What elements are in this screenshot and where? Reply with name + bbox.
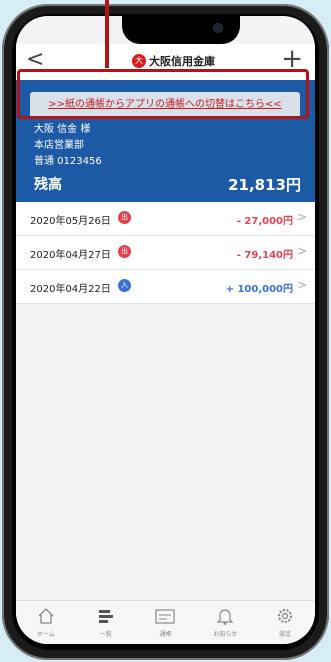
transaction-date: 2020年05月26日	[30, 216, 111, 227]
callout-highlight-box	[17, 69, 309, 119]
home-icon	[38, 608, 54, 624]
transaction-date: 2020年04月27日	[30, 250, 111, 261]
list-icon	[98, 610, 113, 623]
notch	[122, 16, 240, 44]
balance-label: 残高	[34, 177, 62, 193]
account-holder: 大阪 信金 様	[34, 124, 91, 135]
tab-label: お知らせ	[213, 631, 238, 638]
gear-icon	[278, 609, 293, 623]
tab-label: 通帳	[159, 631, 172, 638]
bell-icon	[216, 609, 234, 625]
chevron-right-icon: >	[296, 278, 307, 292]
balance-value: 21,813円	[228, 176, 301, 194]
tab-passbook[interactable]: 通帳	[136, 601, 196, 644]
withdrawal-badge: 出	[118, 245, 131, 258]
transaction-amount: - 79,140円	[236, 250, 293, 261]
passbook-icon	[155, 609, 176, 624]
camera-icon	[214, 24, 222, 32]
chevron-right-icon: >	[296, 244, 307, 258]
tab-label: 設定	[279, 631, 292, 638]
account-branch: 本店営業部	[34, 140, 84, 151]
tab-notifications[interactable]: お知らせ	[195, 601, 255, 644]
callout-pointer-line	[105, 0, 109, 68]
withdrawal-badge: 出	[118, 211, 131, 224]
deposit-badge: 入	[118, 279, 131, 292]
tab-home[interactable]: ホーム	[16, 601, 76, 644]
tab-settings[interactable]: 設定	[255, 601, 315, 644]
transaction-amount: + 100,000円	[225, 284, 293, 295]
chevron-right-icon: >	[296, 210, 307, 224]
tab-label: ホーム	[36, 631, 55, 638]
transaction-date: 2020年04月22日	[30, 284, 111, 295]
transaction-row[interactable]: 2020年04月22日 入 + 100,000円 >	[16, 270, 315, 304]
bank-logo: 大 大阪信用金庫	[132, 53, 215, 69]
tab-label: 一覧	[99, 631, 112, 638]
transaction-row[interactable]: 2020年05月26日 出 - 27,000円 >	[16, 202, 315, 236]
transaction-list: 2020年05月26日 出 - 27,000円 > 2020年04月27日 出 …	[16, 202, 315, 304]
transaction-amount: - 27,000円	[236, 216, 293, 227]
bank-logo-mark: 大	[132, 54, 146, 68]
account-type-number: 普通 0123456	[34, 156, 102, 167]
tab-bar: ホーム 一覧 通帳 お知らせ 設定	[16, 600, 315, 644]
transaction-row[interactable]: 2020年04月27日 出 - 79,140円 >	[16, 236, 315, 270]
tab-list[interactable]: 一覧	[76, 601, 136, 644]
bank-name: 大阪信用金庫	[149, 55, 215, 68]
